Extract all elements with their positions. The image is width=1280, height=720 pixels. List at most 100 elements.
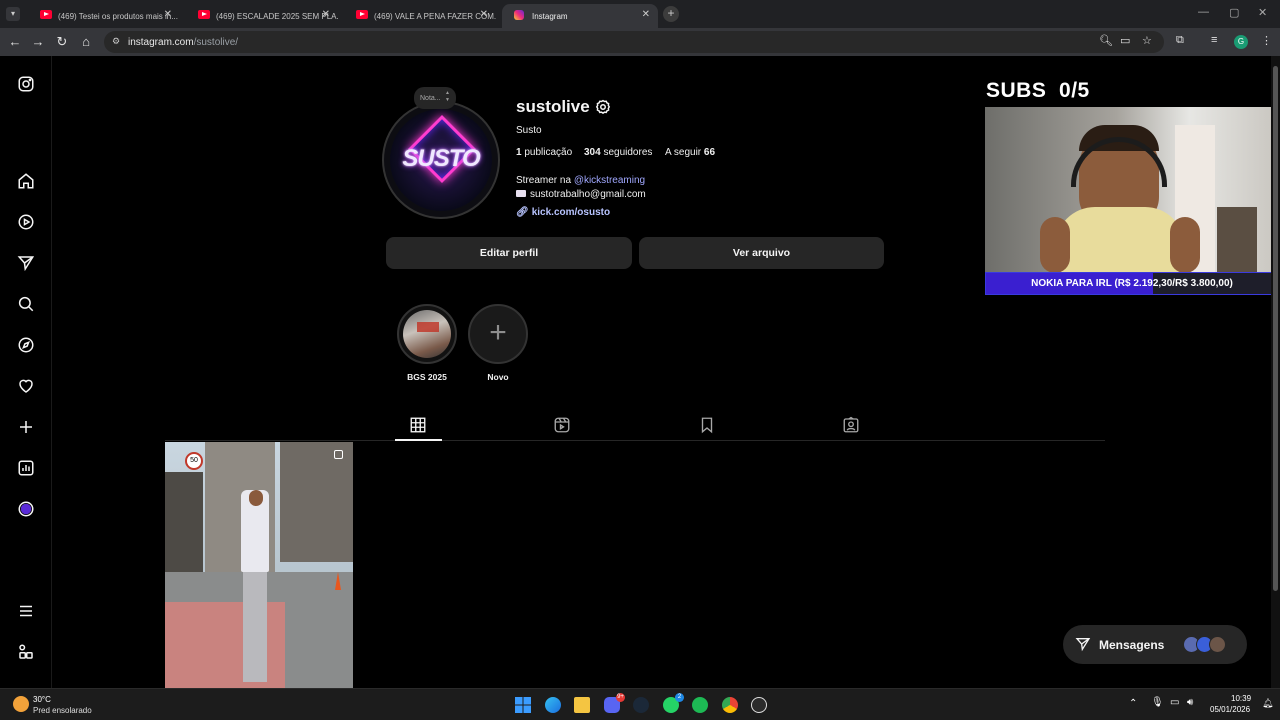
also-from-meta-icon[interactable]	[17, 643, 35, 661]
note-bubble[interactable]: Nota... ▲ ▼	[414, 87, 456, 109]
discord-badge: 9+	[616, 693, 625, 702]
tab-title: (469) Testei os produtos mais in...	[58, 11, 178, 21]
reels-icon[interactable]	[17, 213, 35, 231]
network-icon[interactable]: ▭	[1170, 697, 1179, 708]
new-tab-button[interactable]: +	[663, 6, 679, 22]
weather-temperature: 30°C	[33, 695, 51, 704]
bio-line-email: sustotrabalho@gmail.com	[516, 189, 646, 200]
new-highlight-button[interactable]: + Novo	[468, 304, 528, 382]
volume-icon[interactable]: 🔊︎	[1187, 697, 1193, 708]
forward-icon[interactable]: →	[30, 34, 46, 49]
microphone-icon[interactable]: 🎙︎	[1151, 697, 1164, 708]
profile-avatar[interactable]: G	[1234, 35, 1248, 49]
browser-tab-2[interactable]: (469) ESCALADE 2025 SEM PLA... ✕	[186, 4, 338, 28]
highlight-label: BGS 2025	[407, 372, 447, 382]
settings-gear-icon[interactable]	[594, 98, 612, 116]
close-tab-icon[interactable]: ✕	[642, 9, 650, 20]
posts-count[interactable]: 1 publicação	[516, 147, 572, 158]
following-label: A seguir	[665, 147, 702, 158]
plus-icon: +	[489, 316, 507, 349]
cast-icon[interactable]: ▭	[1120, 34, 1130, 47]
edge-browser-icon[interactable]	[545, 697, 561, 713]
bio-mention-link[interactable]: @kickstreaming	[574, 175, 645, 186]
tabs-divider	[165, 440, 1105, 441]
url-path: /sustolive/	[193, 36, 239, 48]
bio-external-link[interactable]: 🔗︎ kick.com/osusto	[516, 207, 610, 218]
dashboard-icon[interactable]	[17, 459, 35, 477]
profile-username: sustolive	[516, 97, 590, 116]
following-count[interactable]: A seguir 66	[665, 147, 715, 158]
close-tab-icon[interactable]: ✕	[322, 9, 330, 20]
zoom-icon[interactable]: 🔍︎	[1099, 34, 1113, 47]
profile-logo: SUSTO	[390, 109, 492, 211]
tab-search-button[interactable]: ▾	[6, 7, 20, 21]
home-icon[interactable]	[17, 172, 35, 190]
page-scrollbar[interactable]	[1271, 56, 1280, 688]
tab-reels-icon[interactable]	[553, 416, 571, 434]
messages-label: Mensagens	[1099, 637, 1165, 652]
minimize-window-icon[interactable]: —	[1198, 6, 1209, 18]
clock-time[interactable]: 10:39	[1231, 694, 1251, 703]
create-plus-icon[interactable]	[17, 418, 35, 436]
youtube-icon	[356, 10, 368, 19]
close-window-icon[interactable]: ✕	[1258, 6, 1267, 19]
discord-icon[interactable]: 9+	[604, 693, 625, 713]
close-tab-icon[interactable]: ✕	[164, 9, 172, 20]
bio-prefix: Streamer na	[516, 175, 572, 186]
scrollbar-thumb[interactable]	[1273, 66, 1278, 591]
media-controls-icon[interactable]: ≡	[1211, 34, 1217, 46]
bookmark-star-icon[interactable]: ☆	[1142, 34, 1152, 47]
extensions-icon[interactable]: ⧉	[1176, 34, 1184, 47]
note-arrows-icon: ▲ ▼	[445, 90, 450, 103]
tab-tagged-icon[interactable]	[842, 416, 860, 434]
notifications-bell-icon[interactable]: 🔔︎	[1262, 698, 1273, 709]
browser-tab-3[interactable]: (469) VALE A PENA FAZER COM... ✕	[344, 4, 496, 28]
explore-compass-icon[interactable]	[17, 336, 35, 354]
more-menu-icon[interactable]	[17, 602, 35, 620]
followers-count[interactable]: 304 seguidores	[584, 147, 652, 158]
reload-icon[interactable]: ↻	[54, 34, 70, 50]
tab-posts-grid-icon[interactable]	[409, 416, 427, 434]
subs-value: 0/5	[1059, 79, 1090, 102]
back-icon[interactable]: ←	[7, 34, 23, 49]
home-icon[interactable]: ⌂	[78, 34, 94, 49]
edit-profile-button[interactable]: Editar perfil	[386, 237, 632, 269]
spotify-icon[interactable]	[692, 697, 708, 713]
close-tab-icon[interactable]: ✕	[480, 9, 488, 20]
address-bar[interactable]: ⚙ instagram.com/sustolive/	[104, 31, 1164, 53]
bio-line-streamer: Streamer na @kickstreaming	[516, 175, 645, 186]
instagram-logo-icon[interactable]	[17, 75, 35, 93]
profile-picture[interactable]: SUSTO	[382, 101, 500, 219]
browser-tab-instagram[interactable]: Instagram ✕	[502, 4, 658, 28]
weather-icon[interactable]	[13, 696, 29, 712]
posts-number: 1	[516, 147, 522, 158]
browser-tab-1[interactable]: (469) Testei os produtos mais in... ✕	[28, 4, 180, 28]
obs-icon[interactable]	[751, 697, 767, 713]
messages-button[interactable]: Mensagens	[1063, 625, 1247, 664]
notifications-heart-icon[interactable]	[17, 377, 35, 395]
instagram-sidebar	[0, 56, 52, 688]
windows-start-icon[interactable]	[515, 697, 531, 713]
browser-toolbar: ← → ↻ ⌂ ⚙ instagram.com/sustolive/ 🔍︎ ▭ …	[0, 28, 1280, 56]
maximize-window-icon[interactable]: ▢	[1229, 6, 1239, 19]
post-thumbnail[interactable]: 50	[165, 442, 353, 688]
whatsapp-icon[interactable]: 2	[663, 693, 684, 713]
subs-label: SUBS	[986, 79, 1047, 102]
search-icon[interactable]	[17, 295, 35, 313]
site-info-icon[interactable]: ⚙	[112, 36, 120, 47]
browser-tab-bar: ▾ (469) Testei os produtos mais in... ✕ …	[0, 0, 1280, 28]
goal-text: NOKIA PARA IRL (R$ 2.192,30/R$ 3.800,00)	[1031, 278, 1233, 289]
multiple-photos-icon	[334, 450, 343, 459]
profile-avatar-icon[interactable]	[17, 500, 35, 518]
highlight-cover-image	[397, 304, 457, 364]
clock-date[interactable]: 05/01/2026	[1210, 705, 1250, 714]
steam-icon[interactable]	[633, 697, 649, 713]
tab-saved-bookmark-icon[interactable]	[698, 416, 716, 434]
file-explorer-icon[interactable]	[574, 697, 590, 713]
view-archive-button[interactable]: Ver arquivo	[639, 237, 884, 269]
chrome-icon[interactable]	[722, 697, 738, 713]
browser-menu-icon[interactable]: ⋮	[1261, 34, 1272, 47]
highlight-bgs-2025[interactable]: BGS 2025	[397, 304, 457, 382]
show-hidden-icons-icon[interactable]: ⌃	[1129, 698, 1137, 709]
direct-messages-icon[interactable]	[17, 254, 35, 272]
